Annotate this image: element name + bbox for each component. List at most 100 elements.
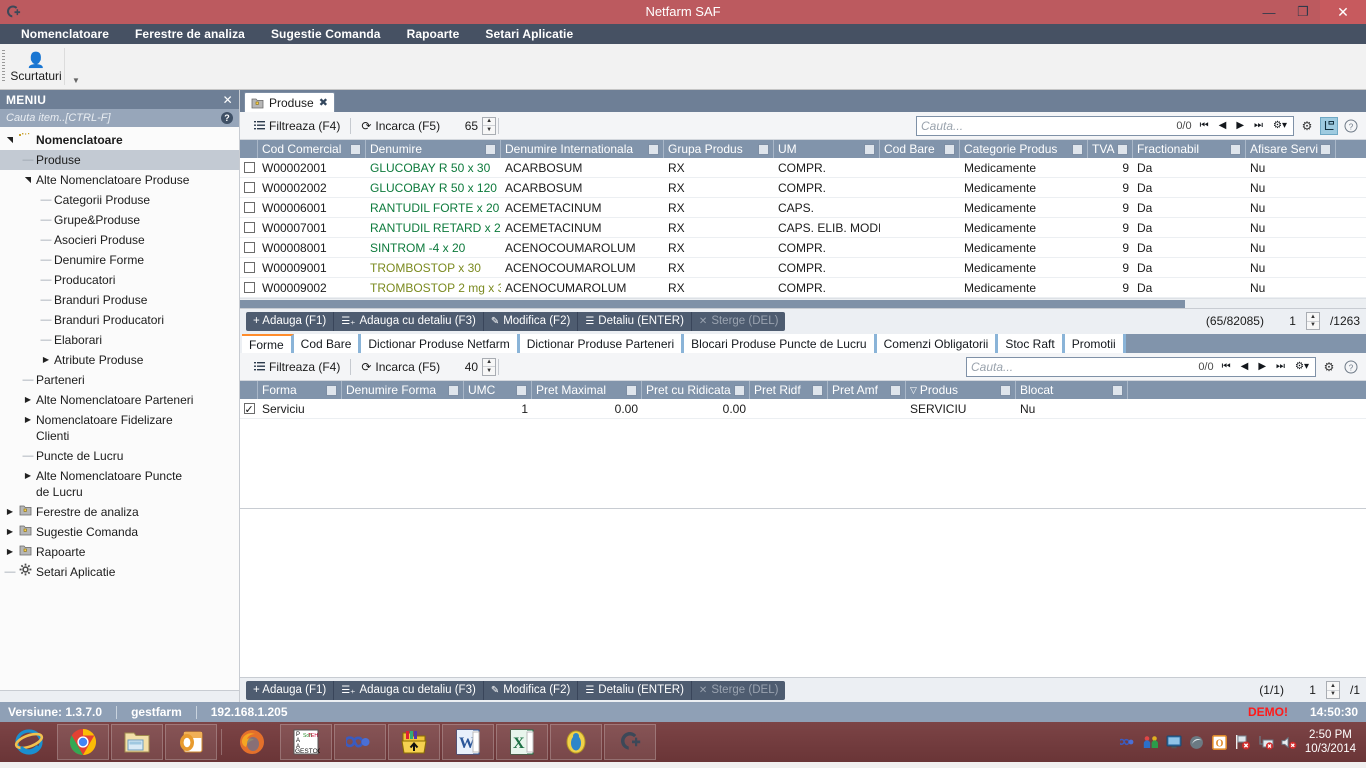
column-filter-box[interactable] bbox=[326, 384, 337, 396]
spinner-down-icon[interactable]: ▼ bbox=[1307, 322, 1319, 330]
funnel-icon[interactable]: ▽ bbox=[910, 385, 917, 396]
sub-grid-column-header[interactable]: ▽ Produs bbox=[906, 381, 1016, 399]
network-error-tray-icon[interactable] bbox=[1258, 734, 1274, 750]
tree-item-nomenclatoare-fidelizare-clienti[interactable]: ▶ Nomenclatoare Fidelizare Clienti bbox=[0, 410, 239, 446]
column-filter-box[interactable] bbox=[1112, 384, 1123, 396]
column-filter-box[interactable] bbox=[448, 384, 459, 396]
tab-promotii[interactable]: Promotii bbox=[1064, 334, 1126, 353]
tab-blocari-produse-puncte-de-lucru[interactable]: Blocari Produse Puncte de Lucru bbox=[684, 334, 877, 353]
main-grid-hscrollbar[interactable] bbox=[240, 298, 1366, 308]
tab-comenzi-obligatorii[interactable]: Comenzi Obligatorii bbox=[876, 334, 999, 353]
monitor-tray-icon[interactable] bbox=[1166, 734, 1182, 750]
row-checkbox[interactable] bbox=[240, 218, 258, 238]
collapse-arrow-icon[interactable]: ▶ bbox=[40, 350, 52, 370]
main-page-value[interactable]: 1 bbox=[1274, 314, 1296, 328]
taskbar-item-internet-explorer-icon[interactable] bbox=[3, 724, 55, 760]
close-button[interactable]: ✕ bbox=[1320, 0, 1366, 24]
main-page-stepper[interactable]: ▲ ▼ bbox=[1305, 312, 1320, 330]
page-size-stepper[interactable]: ▲ ▼ bbox=[482, 116, 497, 135]
tree-item-grupe-produse[interactable]: — Grupe&Produse bbox=[0, 210, 239, 230]
checkbox-icon[interactable] bbox=[243, 242, 255, 253]
nav-prev-icon[interactable]: ◀ bbox=[1217, 120, 1229, 131]
tree-item-setari-aplicatie[interactable]: — Setari Aplicatie bbox=[0, 562, 239, 582]
nav-last-icon[interactable]: ⏭ bbox=[1274, 361, 1287, 372]
maximize-button[interactable]: ❐ bbox=[1286, 0, 1320, 24]
menu-search-input[interactable]: Cauta item..[CTRL-F] ? bbox=[0, 109, 239, 127]
column-filter-box[interactable] bbox=[1000, 384, 1011, 396]
tree-item-puncte-de-lucru[interactable]: — Puncte de Lucru bbox=[0, 446, 239, 466]
taskbar-item-file-explorer-icon[interactable] bbox=[111, 724, 163, 760]
column-filter-box[interactable] bbox=[516, 384, 527, 396]
main-grid-row[interactable]: W00006001 RANTUDIL FORTE x 20 ACEMETACINUM… bbox=[240, 198, 1366, 218]
menu-item-setari[interactable]: Setari Aplicatie bbox=[472, 24, 586, 44]
checkbox-icon[interactable] bbox=[243, 202, 255, 213]
menu-item-ferestre[interactable]: Ferestre de analiza bbox=[122, 24, 258, 44]
taskbar-item-excel-icon[interactable]: X bbox=[496, 724, 548, 760]
spinner-up-icon[interactable]: ▲ bbox=[483, 359, 496, 367]
tree-item-asocieri-produse[interactable]: — Asocieri Produse bbox=[0, 230, 239, 250]
page-size-value[interactable]: 65 bbox=[448, 119, 482, 133]
taskbar-item-infinity-icon[interactable] bbox=[334, 724, 386, 760]
sub-detail-button[interactable]: ☰ Detaliu (ENTER) bbox=[578, 680, 692, 700]
detail-button[interactable]: ☰ Detaliu (ENTER) bbox=[578, 311, 692, 331]
document-tab-produse[interactable]: Produse ✖ bbox=[244, 92, 335, 112]
sub-grid-column-header[interactable]: Blocat bbox=[1016, 381, 1128, 399]
help-icon[interactable]: ? bbox=[1342, 117, 1360, 135]
swirl-tray-icon[interactable] bbox=[1189, 734, 1205, 750]
spinner-down-icon[interactable]: ▼ bbox=[1327, 691, 1339, 699]
collapse-arrow-icon[interactable]: ▶ bbox=[4, 522, 16, 542]
tree-item-branduri-produse[interactable]: — Branduri Produse bbox=[0, 290, 239, 310]
column-filter-box[interactable] bbox=[1117, 143, 1128, 155]
tree-item-alte-nomenclatoare-parteneri[interactable]: ▶ Alte Nomenclatoare Parteneri bbox=[0, 390, 239, 410]
main-grid-column-header[interactable]: TVA bbox=[1088, 140, 1133, 158]
minimize-button[interactable]: — bbox=[1252, 0, 1286, 24]
row-checkbox[interactable] bbox=[240, 399, 258, 419]
nav-last-icon[interactable]: ⏭ bbox=[1252, 120, 1265, 131]
taskbar-item-books-update-icon[interactable] bbox=[388, 724, 440, 760]
checkbox-icon[interactable] bbox=[243, 400, 255, 419]
sub-add-button[interactable]: + Adauga (F1) bbox=[246, 680, 335, 700]
collapse-arrow-icon[interactable]: ▶ bbox=[22, 390, 34, 410]
spinner-down-icon[interactable]: ▼ bbox=[483, 126, 495, 134]
main-grid-row[interactable]: W00009001 TROMBOSTOP x 30 ACENOCOUMAROLUM R… bbox=[240, 258, 1366, 278]
people-tray-icon[interactable] bbox=[1143, 734, 1159, 750]
edit-button[interactable]: ✎ Modifica (F2) bbox=[483, 311, 579, 331]
gear-icon[interactable]: ⚙ bbox=[1320, 358, 1338, 376]
sub-page-size-value[interactable]: 40 bbox=[448, 360, 482, 374]
volume-mute-tray-icon[interactable] bbox=[1281, 734, 1297, 750]
main-grid-column-header[interactable]: Denumire Internationala bbox=[501, 140, 664, 158]
expand-arrow-icon[interactable]: ◢ bbox=[18, 174, 38, 186]
spinner-down-icon[interactable]: ▼ bbox=[483, 367, 495, 375]
nav-first-icon[interactable]: ⏮ bbox=[1220, 361, 1233, 372]
sub-grid-column-header[interactable]: Pret Amf bbox=[828, 381, 906, 399]
spinner-up-icon[interactable]: ▲ bbox=[1306, 313, 1319, 322]
checkbox-icon[interactable] bbox=[243, 162, 255, 173]
expand-arrow-icon[interactable]: ◢ bbox=[0, 134, 20, 146]
collapse-arrow-icon[interactable]: ▶ bbox=[4, 542, 16, 562]
column-filter-box[interactable] bbox=[648, 143, 659, 155]
row-checkbox[interactable] bbox=[240, 238, 258, 258]
column-filter-box[interactable] bbox=[812, 384, 823, 396]
search-options-icon[interactable]: ⚙▾ bbox=[1271, 120, 1289, 131]
add-button[interactable]: + Adauga (F1) bbox=[246, 311, 335, 331]
add-with-detail-button[interactable]: ☰₊ Adauga cu detaliu (F3) bbox=[334, 311, 484, 331]
sub-page-stepper[interactable]: ▲ ▼ bbox=[1325, 681, 1340, 699]
checkbox-icon[interactable] bbox=[243, 262, 255, 273]
sub-grid-select-all-header[interactable] bbox=[240, 381, 258, 399]
taskbar-clock[interactable]: 2:50 PM 10/3/2014 bbox=[1305, 728, 1366, 756]
taskbar-item-firefox-icon[interactable] bbox=[226, 724, 278, 760]
tree-item-ferestre-de-analiza[interactable]: ▶ Ferestre de analiza bbox=[0, 502, 239, 522]
main-grid-row[interactable]: W00002002 GLUCOBAY R 50 x 120 ACARBOSUM RX C… bbox=[240, 178, 1366, 198]
column-filter-box[interactable] bbox=[944, 143, 955, 155]
collapse-arrow-icon[interactable]: ▶ bbox=[4, 502, 16, 522]
nav-prev-icon[interactable]: ◀ bbox=[1239, 361, 1251, 372]
help-icon[interactable]: ? bbox=[1342, 358, 1360, 376]
tree-item-parteneri[interactable]: — Parteneri bbox=[0, 370, 239, 390]
checkbox-icon[interactable] bbox=[243, 282, 255, 293]
collapse-arrow-icon[interactable]: ▶ bbox=[22, 466, 34, 486]
column-filter-box[interactable] bbox=[626, 384, 637, 396]
collapse-arrow-icon[interactable]: ▶ bbox=[22, 410, 34, 430]
nav-next-icon[interactable]: ▶ bbox=[1234, 120, 1246, 131]
sub-grid-body[interactable]: Serviciu 1 0.00 0.00 SERVICIU Nu bbox=[240, 399, 1366, 508]
scrollbar-thumb[interactable] bbox=[240, 300, 1185, 308]
